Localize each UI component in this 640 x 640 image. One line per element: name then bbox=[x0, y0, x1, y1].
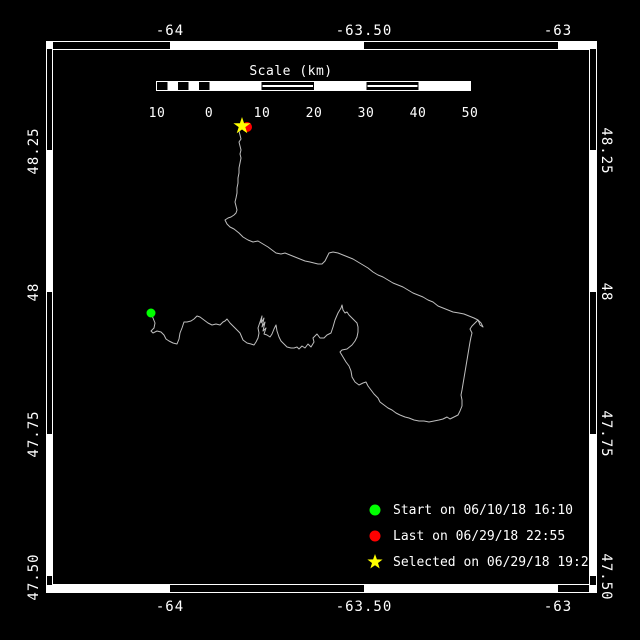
scale-bar-stripe-30-40 bbox=[367, 85, 417, 87]
scale-bar-title: Scale (km) bbox=[249, 64, 332, 79]
frame-corner-tr bbox=[589, 41, 597, 49]
legend-start-dot-icon bbox=[370, 505, 381, 516]
x-tick-top-64: -64 bbox=[156, 23, 184, 39]
scale-bar-block-0-10 bbox=[209, 82, 261, 91]
scale-bar-stripe-10-20 bbox=[263, 85, 313, 87]
y-tick-right-48: 48 bbox=[598, 283, 614, 302]
frame-seg-top-1 bbox=[170, 41, 364, 49]
frame-seg-bottom-2 bbox=[364, 585, 558, 593]
legend-last-dot-icon bbox=[370, 531, 381, 542]
x-tick-top-6350: -63.50 bbox=[336, 23, 393, 39]
frame-corner-tl bbox=[46, 41, 53, 49]
legend-last-label: Last on 06/29/18 22:55 bbox=[393, 529, 565, 544]
x-tick-top-63: -63 bbox=[544, 23, 572, 39]
scale-label-20: 20 bbox=[306, 106, 323, 121]
frame-corner-br bbox=[589, 585, 597, 593]
y-tick-left-4775: 47.75 bbox=[26, 410, 42, 457]
scale-label-40: 40 bbox=[410, 106, 427, 121]
scale-bar: Scale (km) 10 0 10 20 30 40 50 bbox=[149, 64, 479, 121]
scale-label-50: 50 bbox=[462, 106, 479, 121]
scale-label-10l: 10 bbox=[149, 106, 166, 121]
track-path bbox=[151, 127, 483, 422]
x-tick-bottom-6350: -63.50 bbox=[336, 599, 393, 615]
y-tick-left-48: 48 bbox=[26, 283, 42, 302]
scale-bar-block-20-30 bbox=[314, 82, 366, 91]
frame-seg-bottom-1 bbox=[52, 585, 170, 593]
y-tick-right-4750: 47.50 bbox=[598, 553, 614, 600]
legend-selected-label: Selected on 06/29/18 19:25 bbox=[393, 555, 597, 570]
scale-label-10: 10 bbox=[254, 106, 271, 121]
y-tick-left-4825: 48.25 bbox=[26, 127, 42, 174]
frame-seg-top-2 bbox=[558, 41, 590, 49]
x-tick-bottom-63: -63 bbox=[544, 599, 572, 615]
start-marker bbox=[147, 309, 156, 318]
frame-corner-bl bbox=[46, 585, 53, 593]
scale-bar-block-40-50 bbox=[419, 82, 471, 91]
tracking-map: -64 -63.50 -63 -64 -63.50 -63 48.25 48 4… bbox=[0, 0, 640, 640]
frame-seg-right-1 bbox=[590, 150, 597, 292]
y-tick-left-4750: 47.50 bbox=[26, 553, 42, 600]
legend: Start on 06/10/18 16:10 Last on 06/29/18… bbox=[367, 503, 596, 570]
x-tick-bottom-64: -64 bbox=[156, 599, 184, 615]
scale-bar-subblock bbox=[188, 82, 199, 91]
legend-start-label: Start on 06/10/18 16:10 bbox=[393, 503, 573, 518]
frame-seg-left-2 bbox=[46, 434, 52, 576]
scale-bar-subblock bbox=[168, 82, 179, 91]
y-tick-right-4825: 48.25 bbox=[598, 127, 614, 174]
scale-label-30: 30 bbox=[358, 106, 375, 121]
y-tick-right-4775: 47.75 bbox=[598, 410, 614, 457]
legend-star-icon bbox=[367, 554, 382, 569]
scale-label-0: 0 bbox=[205, 106, 213, 121]
frame-seg-left-1 bbox=[46, 150, 52, 292]
